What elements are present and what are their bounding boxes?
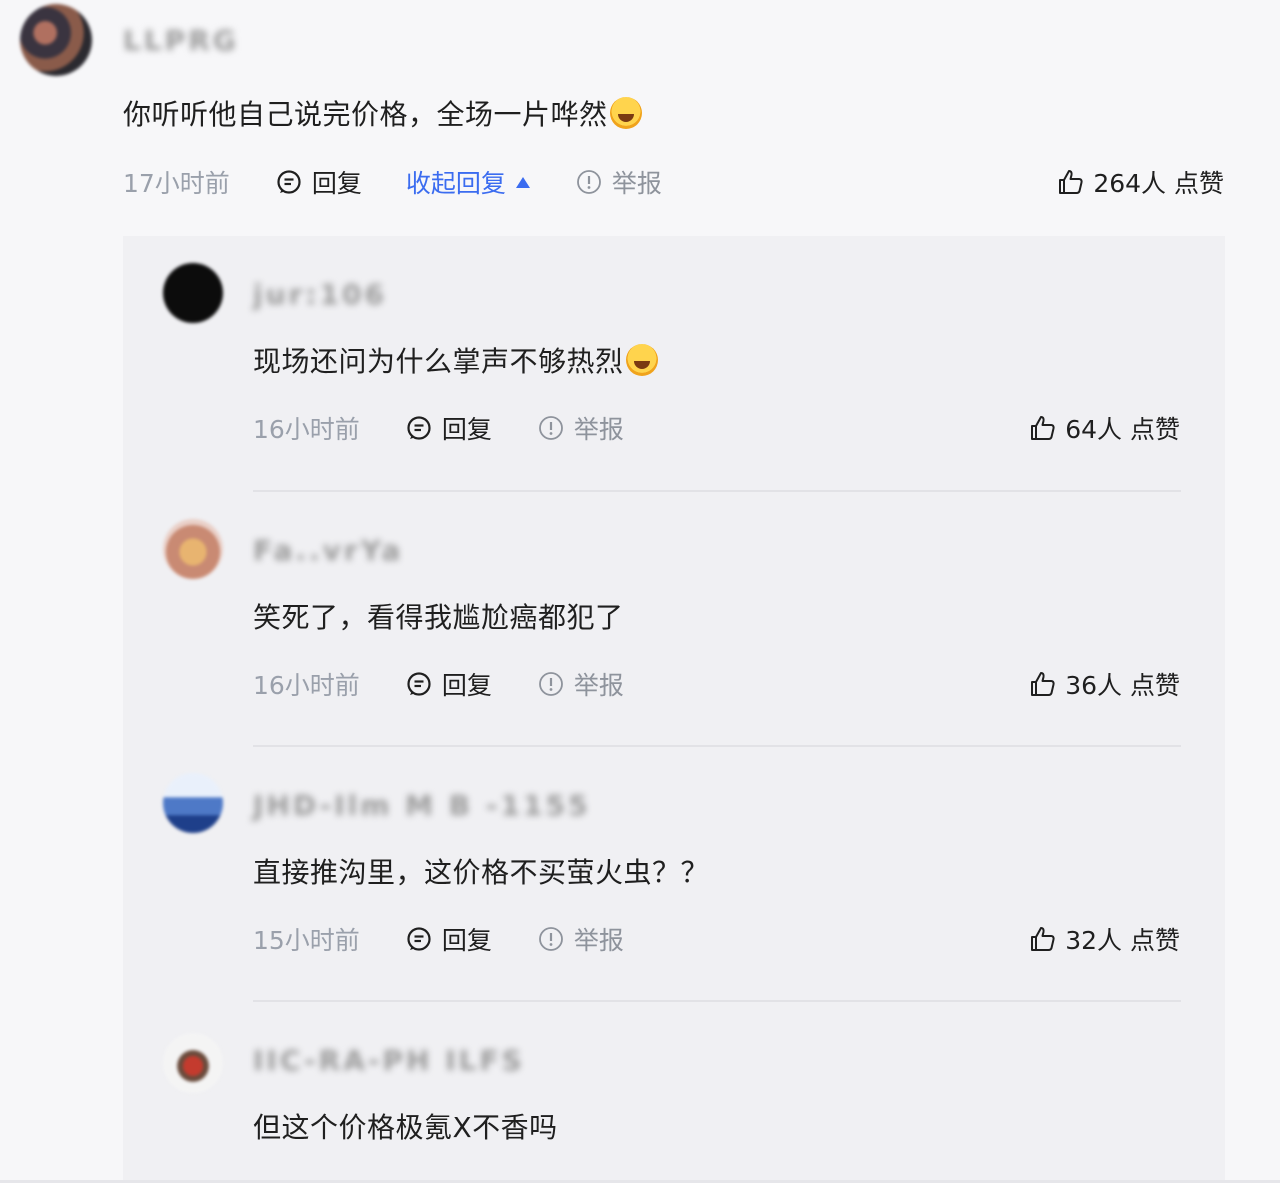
like-count: 264人 点赞	[1093, 169, 1224, 198]
reply-label: 回复	[441, 926, 492, 955]
like-count: 32人 点赞	[1065, 926, 1180, 955]
username[interactable]: JHD-Ilm M B -1155	[253, 789, 590, 822]
comment-text: 你听听他自己说完价格，全场一片哗然	[123, 98, 608, 131]
thumbs-up-icon	[1059, 170, 1083, 194]
reply-icon	[407, 416, 431, 440]
timestamp: 17小时前	[123, 169, 230, 198]
like-count: 64人 点赞	[1065, 415, 1180, 444]
report-label: 举报	[573, 671, 624, 700]
thumbs-up-icon	[1031, 416, 1055, 440]
timestamp: 15小时前	[253, 926, 360, 955]
reply-actions: 16小时前 回复 举报	[253, 408, 624, 448]
report-button[interactable]: 举报	[538, 921, 624, 957]
thumbs-up-icon	[1031, 672, 1055, 696]
comment-actions: 17小时前 回复 收起回复 举报	[123, 162, 662, 202]
reply-icon	[407, 672, 431, 696]
reply-text: 现场还问为什么掌声不够热烈	[253, 345, 624, 378]
divider	[253, 1000, 1181, 1002]
timestamp: 16小时前	[253, 671, 360, 700]
avatar[interactable]	[163, 1033, 223, 1093]
comment-thread: LLPRG 你听听他自己说完价格，全场一片哗然 17小时前 回复 收起回复 举报…	[0, 0, 1280, 1183]
avatar[interactable]	[163, 263, 223, 323]
comment-content: 你听听他自己说完价格，全场一片哗然	[123, 93, 642, 133]
reply-button[interactable]: 回复	[406, 410, 492, 446]
warning-icon	[576, 170, 601, 194]
like-button[interactable]: 64人 点赞	[1029, 408, 1180, 448]
warning-icon	[538, 672, 563, 696]
divider	[253, 745, 1181, 747]
thumbs-up-icon	[1031, 927, 1055, 951]
timestamp: 16小时前	[253, 415, 360, 444]
reply-button[interactable]: 回复	[406, 666, 492, 702]
rofl-emoji-icon	[625, 344, 658, 376]
username[interactable]: jur:106	[253, 278, 387, 311]
reply-actions: 16小时前 回复 举报	[253, 664, 624, 704]
divider	[253, 490, 1181, 492]
reply-content: 笑死了，看得我尴尬癌都犯了	[253, 601, 624, 634]
collapse-replies-button[interactable]: 收起回复	[406, 164, 530, 200]
avatar[interactable]	[163, 773, 223, 833]
reply-content: 现场还问为什么掌声不够热烈	[253, 340, 658, 380]
avatar[interactable]	[20, 4, 92, 76]
reply-icon	[407, 927, 431, 951]
report-label: 举报	[611, 169, 662, 198]
username[interactable]: IIC-RA-PH ILFS	[253, 1044, 525, 1077]
reply-button[interactable]: 回复	[276, 164, 362, 200]
report-label: 举报	[573, 415, 624, 444]
report-button[interactable]: 举报	[538, 666, 624, 702]
reply-button[interactable]: 回复	[406, 921, 492, 957]
like-count: 36人 点赞	[1065, 671, 1180, 700]
warning-icon	[538, 416, 563, 440]
reply-label: 回复	[441, 415, 492, 444]
rofl-emoji-icon	[609, 97, 642, 129]
reply-label: 回复	[311, 169, 362, 198]
username[interactable]: Fa..vrYa	[253, 534, 403, 567]
report-label: 举报	[573, 926, 624, 955]
report-button[interactable]: 举报	[538, 410, 624, 446]
reply-content: 但这个价格极氪X不香吗	[253, 1111, 558, 1144]
reply-actions: 15小时前 回复 举报	[253, 919, 624, 959]
like-button[interactable]: 36人 点赞	[1029, 664, 1180, 704]
avatar[interactable]	[163, 519, 223, 579]
like-button[interactable]: 32人 点赞	[1029, 919, 1180, 959]
warning-icon	[538, 927, 563, 951]
triangle-up-icon	[515, 176, 530, 188]
like-button[interactable]: 264人 点赞	[1057, 162, 1224, 202]
reply-label: 回复	[441, 671, 492, 700]
reply-content: 直接推沟里，这价格不买萤火虫？？	[253, 856, 710, 889]
report-button[interactable]: 举报	[576, 164, 662, 200]
username[interactable]: LLPRG	[123, 24, 239, 57]
collapse-label: 收起回复	[405, 169, 506, 198]
reply-icon	[277, 170, 301, 194]
